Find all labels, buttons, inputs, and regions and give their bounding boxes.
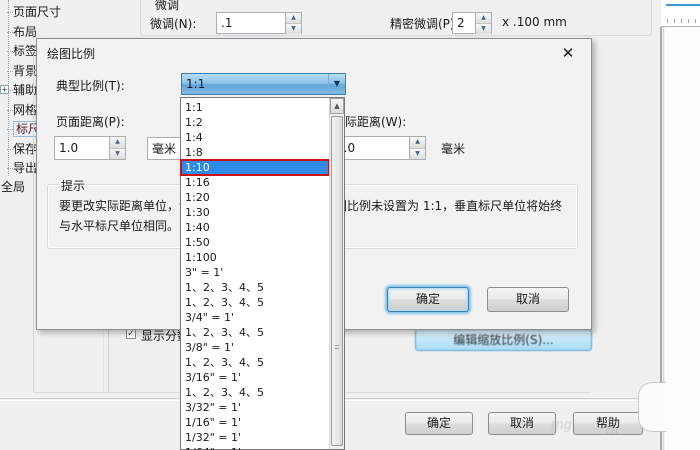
dropdown-option-381[interactable]: 3/8" = 1' bbox=[181, 340, 329, 355]
dropdown-option-12345[interactable]: 1、2、3、4、5 bbox=[181, 385, 329, 400]
dropdown-option-1:40[interactable]: 1:40 bbox=[181, 220, 329, 235]
page-distance-spinner[interactable]: ▲▼ bbox=[109, 137, 125, 159]
sidebar-item-0[interactable]: 页面尺寸 bbox=[13, 3, 61, 21]
dropdown-option-1:20[interactable]: 1:20 bbox=[181, 190, 329, 205]
preview-tick-marks bbox=[667, 19, 698, 23]
close-icon[interactable]: ✕ bbox=[559, 44, 577, 62]
scale-dropdown-list[interactable]: 1:11:21:41:81:101:161:201:301:401:501:10… bbox=[180, 97, 345, 450]
window-ok-button[interactable]: 确定 bbox=[405, 412, 473, 435]
preview-guideline bbox=[666, 4, 700, 6]
left-groupbox-edge bbox=[33, 55, 34, 393]
nudge-label: 微调(N): bbox=[150, 15, 196, 32]
nudge-input[interactable]: .1 ▲▼ bbox=[216, 12, 302, 34]
edit-scale-button[interactable]: 编辑缩放比例(S)... bbox=[415, 329, 592, 351]
scrollbar-thumb[interactable] bbox=[331, 116, 343, 446]
dropdown-option-1161[interactable]: 1/16" = 1' bbox=[181, 415, 329, 430]
dropdown-option-1:50[interactable]: 1:50 bbox=[181, 235, 329, 250]
nudge-spinner[interactable]: ▲▼ bbox=[285, 13, 301, 33]
dropdown-option-12345[interactable]: 1、2、3、4、5 bbox=[181, 325, 329, 340]
dropdown-option-1:1[interactable]: 1:1 bbox=[181, 100, 329, 115]
inner-groupbox-edge2 bbox=[108, 330, 109, 392]
dialog-cancel-button[interactable]: 取消 bbox=[487, 287, 569, 312]
dropdown-option-1321[interactable]: 1/32" = 1' bbox=[181, 430, 329, 445]
super-nudge-spinner[interactable]: ▲▼ bbox=[475, 13, 491, 33]
chevron-down-icon: ▼ bbox=[328, 74, 345, 94]
dropdown-option-1:30[interactable]: 1:30 bbox=[181, 205, 329, 220]
watermark-text: m bbox=[606, 424, 619, 439]
dropdown-option-12345[interactable]: 1、2、3、4、5 bbox=[181, 355, 329, 370]
right-panel bbox=[665, 0, 700, 450]
dropdown-option-1:8[interactable]: 1:8 bbox=[181, 145, 329, 160]
nudge-value: .1 bbox=[217, 16, 285, 30]
dropdown-scrollbar[interactable]: ▲ bbox=[329, 98, 344, 449]
sidebar-item-1[interactable]: 布局 bbox=[13, 23, 37, 41]
dropdown-option-3321[interactable]: 3/32" = 1' bbox=[181, 400, 329, 415]
rounded-corner-panel bbox=[638, 382, 666, 432]
page-distance-value: 1.0 bbox=[55, 141, 109, 155]
nudge-unit-suffix: x .100 mm bbox=[502, 15, 567, 29]
dropdown-option-1641[interactable]: 1/64" = 1' bbox=[181, 445, 329, 450]
checkmark-icon: ✓ bbox=[127, 329, 135, 339]
tree-expander-icon[interactable]: + bbox=[0, 85, 9, 94]
inner-groupbox-edge bbox=[103, 330, 104, 392]
dropdown-option-1:4[interactable]: 1:4 bbox=[181, 130, 329, 145]
typical-scale-label: 典型比例(T): bbox=[56, 77, 125, 94]
dropdown-option-1:100[interactable]: 1:100 bbox=[181, 250, 329, 265]
sidebar-item-global[interactable]: 全局 bbox=[1, 178, 25, 195]
dropdown-option-1:10[interactable]: 1:10 bbox=[181, 160, 329, 175]
dropdown-option-341[interactable]: 3/4" = 1' bbox=[181, 310, 329, 325]
super-nudge-input[interactable]: 2 ▲▼ bbox=[452, 12, 492, 34]
dropdown-option-12345[interactable]: 1、2、3、4、5 bbox=[181, 295, 329, 310]
nudge-group-title: 微调 bbox=[152, 0, 182, 13]
super-nudge-label: 精密微调(P): bbox=[390, 15, 459, 32]
window-cancel-button[interactable]: 取消 bbox=[488, 412, 556, 435]
typical-scale-combobox[interactable]: 1:1 ▼ bbox=[181, 73, 346, 95]
dialog-title: 绘图比例 bbox=[47, 45, 95, 62]
watermark-text: mg bbox=[551, 418, 572, 433]
combobox-value: 1:1 bbox=[182, 77, 328, 91]
show-fractions-checkbox[interactable]: ✓ bbox=[126, 329, 136, 339]
world-distance-spinner[interactable]: ▲▼ bbox=[409, 137, 425, 159]
tips-line2: 与水平标尺单位相同。 bbox=[59, 217, 179, 234]
world-unit-label: 毫米 bbox=[441, 140, 465, 157]
page-distance-input[interactable]: 1.0 ▲▼ bbox=[54, 136, 126, 160]
scroll-up-icon[interactable]: ▲ bbox=[330, 98, 344, 114]
dropdown-option-1:2[interactable]: 1:2 bbox=[181, 115, 329, 130]
ruler-preview bbox=[661, 0, 700, 27]
tips-title: 提示 bbox=[58, 177, 88, 194]
dropdown-option-3161[interactable]: 3/16" = 1' bbox=[181, 370, 329, 385]
dialog-ok-button[interactable]: 确定 bbox=[387, 287, 469, 312]
world-distance-input[interactable]: 1.0 ▲▼ bbox=[331, 136, 426, 160]
dropdown-option-31[interactable]: 3" = 1' bbox=[181, 265, 329, 280]
scrollbar-grip bbox=[335, 345, 339, 351]
super-nudge-value: 2 bbox=[453, 16, 475, 30]
dropdown-option-1:16[interactable]: 1:16 bbox=[181, 175, 329, 190]
page-distance-label: 页面距离(P): bbox=[56, 113, 125, 130]
dropdown-option-12345[interactable]: 1、2、3、4、5 bbox=[181, 280, 329, 295]
dropdown-items: 1:11:21:41:81:101:161:201:301:401:501:10… bbox=[181, 100, 329, 450]
